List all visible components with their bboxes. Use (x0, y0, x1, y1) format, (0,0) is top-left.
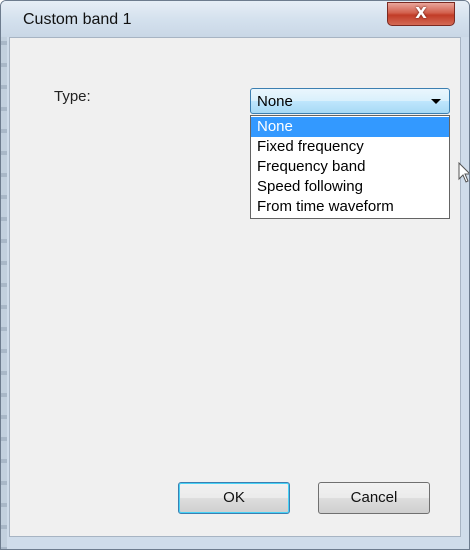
type-option-speed-following[interactable]: Speed following (251, 177, 449, 197)
type-combobox[interactable]: None (250, 88, 450, 114)
type-dropdown-list: None Fixed frequency Frequency band Spee… (250, 115, 450, 219)
type-option-from-time-waveform[interactable]: From time waveform (251, 197, 449, 217)
window-frame-strip (1, 1, 7, 549)
cancel-button[interactable]: Cancel (318, 482, 430, 514)
close-button[interactable]: X (387, 2, 455, 26)
type-option-none[interactable]: None (251, 117, 449, 137)
dialog-content: Type: None None Fixed frequency Frequenc… (9, 37, 469, 537)
title-bar[interactable]: Custom band 1 X (1, 1, 469, 37)
type-option-fixed-frequency[interactable]: Fixed frequency (251, 137, 449, 157)
type-option-frequency-band[interactable]: Frequency band (251, 157, 449, 177)
window-title: Custom band 1 (23, 11, 132, 28)
chevron-down-icon[interactable] (431, 99, 441, 104)
type-combobox-value: None (257, 93, 293, 110)
dialog-window: Custom band 1 X Type: None None Fixed fr… (0, 0, 470, 550)
ok-button[interactable]: OK (178, 482, 290, 514)
type-label: Type: (54, 88, 91, 105)
close-icon: X (415, 4, 427, 22)
mouse-cursor-icon (458, 162, 469, 183)
